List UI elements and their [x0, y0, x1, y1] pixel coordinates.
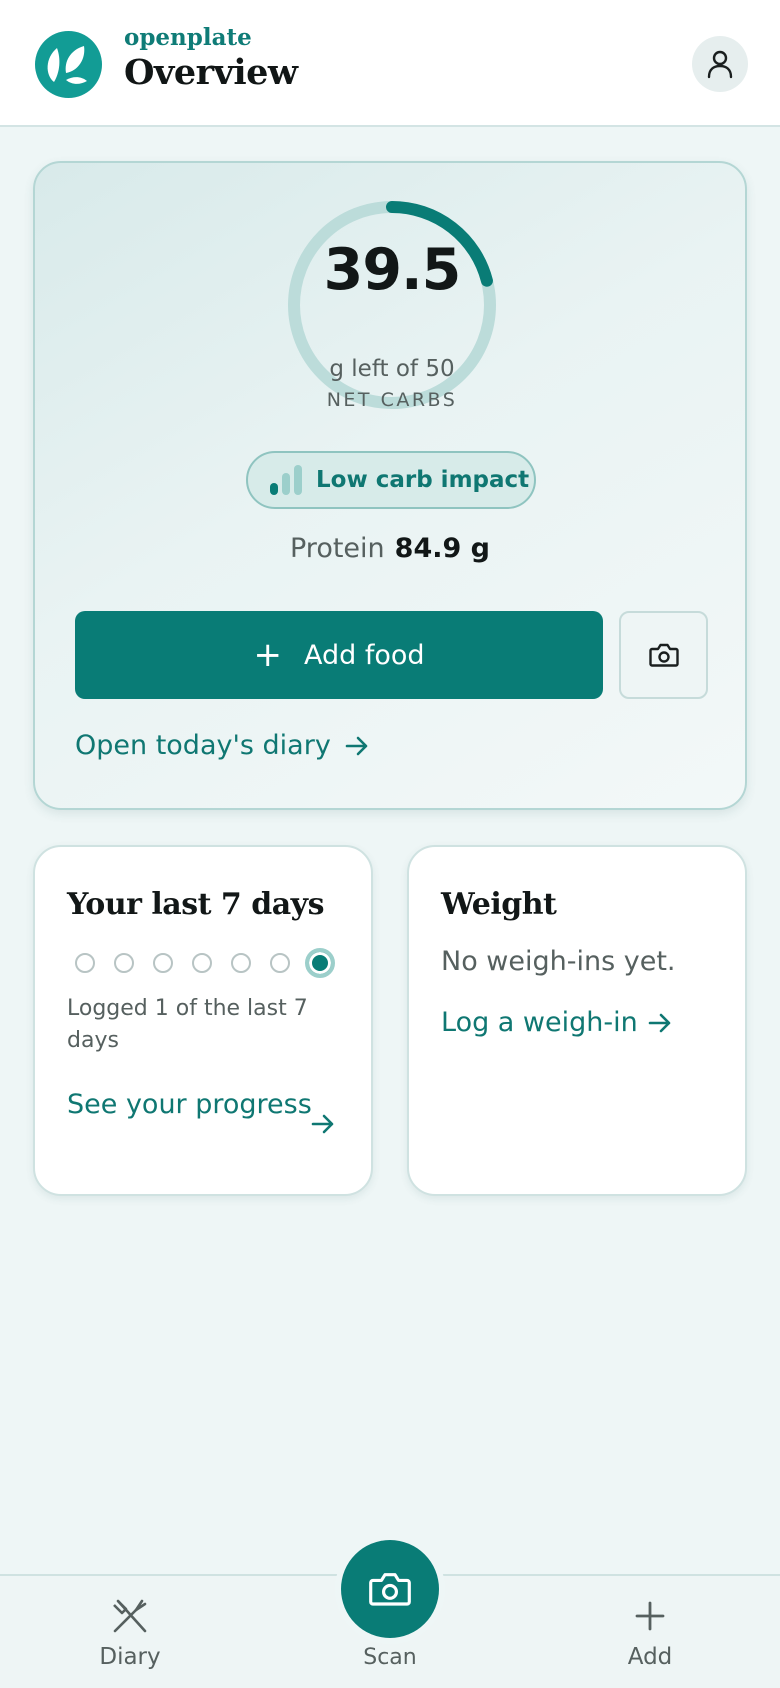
protein-value: 84.9 g	[394, 533, 490, 564]
nav-diary-label: Diary	[99, 1644, 161, 1670]
net-carbs-progress-ring: 39.5 g left of 50 NET CARBS	[284, 197, 500, 413]
last-7-days-card: Your last 7 days Logged 1 of the last 7 …	[33, 845, 373, 1196]
nav-scan-label: Scan	[363, 1645, 417, 1670]
day-dot-empty	[231, 953, 251, 973]
plus-icon	[635, 1601, 665, 1631]
days-logged-summary: Logged 1 of the last 7 days	[67, 996, 308, 1053]
brand-name: openplate	[124, 24, 252, 51]
see-progress-link[interactable]: See your progress	[67, 1085, 347, 1125]
day-indicator-row	[75, 948, 345, 978]
add-food-label: Add food	[303, 639, 425, 671]
day-dot-logged	[305, 948, 335, 978]
leaf-logo-icon	[35, 31, 102, 98]
log-weigh-in-label: Log a weigh-in	[441, 1007, 638, 1038]
scan-food-button[interactable]	[619, 611, 708, 699]
page-title: Overview	[124, 52, 298, 93]
net-carbs-remaining-value: 39.5	[323, 237, 462, 303]
carb-impact-badge: Low carb impact	[246, 451, 536, 509]
nav-add-label: Add	[627, 1644, 673, 1670]
day-dot-empty	[270, 953, 290, 973]
camera-icon	[369, 1573, 411, 1606]
protein-label: Protein	[290, 533, 385, 564]
weight-empty-text: No weigh-ins yet.	[441, 946, 676, 977]
weight-title: Weight	[441, 887, 557, 922]
day-dot-empty	[192, 953, 212, 973]
arrow-right-icon	[345, 736, 368, 755]
profile-button[interactable]	[692, 36, 748, 92]
app-header: openplate Overview	[0, 0, 780, 127]
log-weigh-in-link[interactable]: Log a weigh-in	[441, 1007, 672, 1038]
arrow-right-icon	[311, 1114, 334, 1134]
arrow-right-icon	[648, 1013, 671, 1032]
fork-knife-icon	[113, 1599, 147, 1633]
camera-icon	[648, 643, 679, 667]
open-diary-link[interactable]: Open today's diary	[75, 730, 369, 761]
open-diary-label: Open today's diary	[75, 730, 331, 761]
protein-summary: Protein 84.9 g	[35, 533, 745, 564]
nav-diary[interactable]: Diary	[50, 1596, 210, 1670]
day-dot-empty	[153, 953, 173, 973]
last-7-days-title: Your last 7 days	[67, 887, 324, 922]
user-icon	[707, 50, 733, 79]
signal-bars-icon	[270, 465, 302, 495]
plus-icon: +	[253, 635, 282, 675]
net-carbs-remaining-caption: g left of 50	[329, 356, 455, 382]
nav-scan-button[interactable]	[341, 1540, 439, 1638]
add-food-button[interactable]: + Add food	[75, 611, 603, 699]
net-carbs-label: NET CARBS	[326, 389, 458, 411]
net-carbs-summary-card: 39.5 g left of 50 NET CARBS Low carb imp…	[33, 161, 747, 810]
carb-impact-label: Low carb impact	[316, 467, 530, 493]
weight-card: Weight No weigh-ins yet. Log a weigh-in	[407, 845, 747, 1196]
day-dot-empty	[114, 953, 134, 973]
nav-add[interactable]: Add	[570, 1596, 730, 1670]
day-dot-empty	[75, 953, 95, 973]
